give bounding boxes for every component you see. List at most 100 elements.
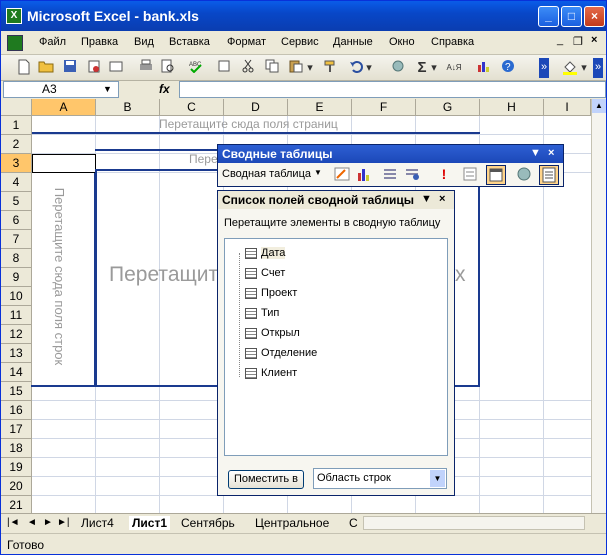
row-header-1[interactable]: 1 bbox=[1, 116, 32, 135]
hyperlink-icon[interactable] bbox=[389, 59, 407, 77]
column-header-i[interactable]: I bbox=[544, 99, 591, 116]
chart-wizard-icon[interactable] bbox=[475, 59, 493, 77]
field-list-close-button[interactable]: × bbox=[439, 193, 445, 205]
menu-data[interactable]: Данные bbox=[333, 36, 373, 48]
column-header-b[interactable]: B bbox=[96, 99, 160, 116]
hide-detail-icon[interactable] bbox=[382, 166, 398, 182]
close-button[interactable]: × bbox=[584, 6, 605, 27]
document-icon[interactable] bbox=[7, 35, 23, 51]
row-header-2[interactable]: 2 bbox=[1, 135, 32, 154]
column-header-f[interactable]: F bbox=[352, 99, 416, 116]
autosum-dropdown-icon[interactable]: ▾ bbox=[430, 59, 438, 77]
row-header-12[interactable]: 12 bbox=[1, 325, 32, 344]
column-header-d[interactable]: D bbox=[224, 99, 288, 116]
research-icon[interactable] bbox=[215, 59, 233, 77]
row-header-18[interactable]: 18 bbox=[1, 439, 32, 458]
row-header-21[interactable]: 21 bbox=[1, 496, 32, 513]
maximize-button[interactable]: □ bbox=[561, 6, 582, 27]
next-sheet-icon[interactable]: ► bbox=[43, 517, 53, 528]
excel-app-icon[interactable]: X bbox=[6, 8, 22, 24]
horizontal-scrollbar[interactable] bbox=[363, 516, 585, 530]
fx-icon[interactable]: fx bbox=[159, 82, 170, 96]
menu-format[interactable]: Формат bbox=[227, 36, 266, 48]
autosum-icon[interactable]: Σ bbox=[413, 59, 431, 77]
help-icon[interactable]: ? bbox=[499, 59, 517, 77]
doc-close-button[interactable]: × bbox=[591, 34, 597, 46]
cut-icon[interactable] bbox=[239, 59, 257, 77]
name-box[interactable]: A3 bbox=[3, 81, 119, 98]
pivot-toolbar-close-button[interactable]: × bbox=[548, 147, 554, 159]
undo-dropdown-icon[interactable]: ▾ bbox=[365, 59, 373, 77]
menu-insert[interactable]: Вставка bbox=[169, 36, 210, 48]
fill-color-dropdown-icon[interactable]: ▾ bbox=[580, 59, 588, 77]
field-item-client[interactable]: Клиент bbox=[261, 367, 297, 379]
last-sheet-icon[interactable]: ►| bbox=[57, 517, 70, 528]
toolbar-options-2-icon[interactable]: » bbox=[593, 58, 603, 78]
refresh-data-icon[interactable]: ! bbox=[436, 166, 452, 182]
row-header-13[interactable]: 13 bbox=[1, 344, 32, 363]
paste-icon[interactable] bbox=[287, 59, 305, 77]
row-header-6[interactable]: 6 bbox=[1, 211, 32, 230]
row-header-19[interactable]: 19 bbox=[1, 458, 32, 477]
paste-dropdown-icon[interactable]: ▾ bbox=[306, 59, 314, 77]
doc-restore-button[interactable]: ❐ bbox=[573, 35, 583, 48]
field-item-account[interactable]: Счет bbox=[261, 267, 285, 279]
row-header-14[interactable]: 14 bbox=[1, 363, 32, 382]
row-header-15[interactable]: 15 bbox=[1, 382, 32, 401]
sheet-tab-list4[interactable]: Лист4 bbox=[81, 516, 114, 530]
save-icon[interactable] bbox=[61, 59, 79, 77]
area-select[interactable]: Область строк ▼ bbox=[313, 468, 447, 489]
copy-icon[interactable] bbox=[263, 59, 281, 77]
menu-edit[interactable]: Правка bbox=[81, 36, 118, 48]
scroll-up-icon[interactable]: ▲ bbox=[592, 99, 606, 113]
menu-help[interactable]: Справка bbox=[431, 36, 474, 48]
column-header-e[interactable]: E bbox=[288, 99, 352, 116]
sheet-tab-central[interactable]: Центральное bbox=[255, 516, 329, 530]
menu-view[interactable]: Вид bbox=[134, 36, 154, 48]
column-header-a[interactable]: A bbox=[32, 99, 96, 116]
row-header-20[interactable]: 20 bbox=[1, 477, 32, 496]
row-header-11[interactable]: 11 bbox=[1, 306, 32, 325]
permission-icon[interactable] bbox=[85, 59, 103, 77]
format-report-icon[interactable] bbox=[334, 166, 350, 182]
field-list-options-icon[interactable]: ▼ bbox=[421, 193, 432, 205]
row-header-3[interactable]: 3 bbox=[1, 154, 32, 173]
include-hidden-items-icon[interactable] bbox=[462, 166, 478, 182]
field-item-type[interactable]: Тип bbox=[261, 307, 279, 319]
menu-tools[interactable]: Сервис bbox=[281, 36, 319, 48]
pivot-table-menu-button[interactable]: Сводная таблица bbox=[222, 168, 311, 180]
place-in-button[interactable]: Поместить в bbox=[228, 470, 304, 489]
selected-cell-a3[interactable] bbox=[32, 154, 96, 173]
row-header-8[interactable]: 8 bbox=[1, 249, 32, 268]
pivot-toolbar-options-icon[interactable]: ▼ bbox=[530, 147, 541, 159]
pivot-chart-icon[interactable] bbox=[356, 166, 372, 182]
sheet-tab-overflow[interactable]: С bbox=[349, 516, 358, 530]
email-icon[interactable] bbox=[107, 59, 125, 77]
toolbar-options-icon[interactable]: » bbox=[539, 58, 549, 78]
fill-color-icon[interactable] bbox=[561, 59, 579, 77]
row-header-4[interactable]: 4 bbox=[1, 173, 32, 192]
row-header-9[interactable]: 9 bbox=[1, 268, 32, 287]
print-preview-icon[interactable] bbox=[159, 59, 177, 77]
sheet-tab-list1[interactable]: Лист1 bbox=[129, 516, 171, 530]
new-icon[interactable] bbox=[15, 59, 33, 77]
previous-sheet-icon[interactable]: ◄ bbox=[27, 517, 37, 528]
vertical-scrollbar[interactable]: ▲ bbox=[591, 99, 606, 513]
field-item-opened[interactable]: Открыл bbox=[261, 327, 300, 339]
select-all-corner[interactable] bbox=[1, 99, 32, 116]
field-item-date[interactable]: Дата bbox=[261, 247, 286, 259]
menu-file[interactable]: Файл bbox=[39, 36, 66, 48]
area-select-dropdown-icon[interactable]: ▼ bbox=[430, 470, 445, 487]
row-header-17[interactable]: 17 bbox=[1, 420, 32, 439]
row-header-16[interactable]: 16 bbox=[1, 401, 32, 420]
open-icon[interactable] bbox=[37, 59, 55, 77]
show-detail-icon[interactable] bbox=[404, 166, 420, 182]
format-painter-icon[interactable] bbox=[321, 59, 339, 77]
field-item-branch[interactable]: Отделение bbox=[261, 347, 317, 359]
undo-icon[interactable] bbox=[347, 59, 365, 77]
always-display-items-icon[interactable] bbox=[486, 165, 506, 185]
row-header-10[interactable]: 10 bbox=[1, 287, 32, 306]
name-box-dropdown-icon[interactable]: ▼ bbox=[103, 84, 112, 94]
formula-input[interactable] bbox=[179, 81, 606, 98]
field-list-titlebar[interactable]: Список полей сводной таблицы ▼ × bbox=[218, 191, 454, 209]
